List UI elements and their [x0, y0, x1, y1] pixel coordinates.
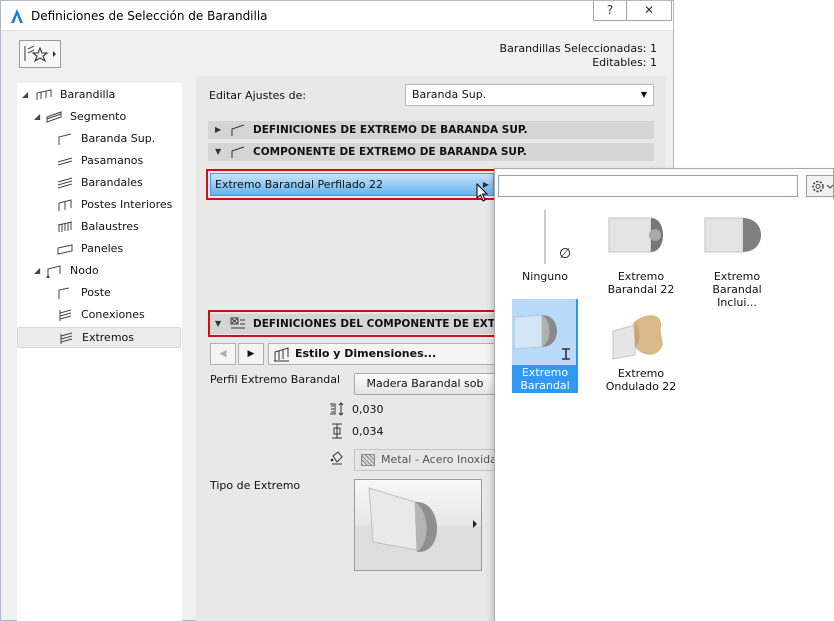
gear-icon [812, 180, 833, 193]
editable-count: Editables: 1 [592, 56, 657, 69]
railing-icon [36, 89, 52, 100]
connections-icon [59, 309, 72, 321]
width-value[interactable]: 0,030 [352, 403, 384, 416]
rail-end-included-thumbnail [701, 206, 773, 266]
profile-button[interactable]: Madera Barandal sob [354, 373, 496, 395]
rail-end-profiled-thumbnail [512, 301, 576, 361]
end-type-preview[interactable] [354, 479, 482, 571]
ends-icon [60, 332, 73, 344]
profile-label: Perfil Extremo Barandal [210, 373, 341, 386]
tree-item-barandilla[interactable]: ◢ Barandilla [22, 85, 180, 105]
width-dimension-icon [330, 402, 344, 416]
tree-item-barandales[interactable]: Barandales [57, 173, 177, 193]
picker-tile-ninguno[interactable]: ∅ Ninguno [503, 202, 587, 298]
window-title: Definiciones de Selección de Barandilla [31, 9, 268, 23]
tree-item-paneles[interactable]: Paneles [57, 239, 177, 259]
close-button[interactable]: ✕ [626, 1, 672, 21]
tile-caption: Extremo Ondulado 22 [605, 367, 677, 393]
tree-item-segmento[interactable]: ◢ Segmento [34, 107, 180, 127]
tree-item-baranda-sup[interactable]: Baranda Sup. [57, 129, 177, 149]
title-bar: Definiciones de Selección de Barandilla … [1, 1, 673, 31]
picker-tile-extremo-ondulado-22[interactable]: Extremo Ondulado 22 [599, 299, 683, 395]
archicad-app-icon [11, 9, 23, 23]
mouse-cursor-icon [476, 183, 489, 202]
tree-item-poste[interactable]: Poste [57, 283, 177, 303]
edit-settings-dropdown[interactable]: Baranda Sup. ▼ [405, 84, 654, 106]
edit-settings-label: Editar Ajustes de: [209, 89, 307, 102]
page-selector-label: Estilo y Dimensiones... [295, 347, 437, 360]
node-icon [46, 265, 61, 278]
section-end-settings-title: DEFINICIONES DE EXTREMO DE BARANDA SUP. [253, 124, 528, 136]
section-end-component[interactable]: ▼ COMPONENTE DE EXTREMO DE BARANDA SUP. [208, 143, 654, 161]
tree-item-postes-interiores[interactable]: Postes Interiores [57, 195, 177, 215]
previous-page-button[interactable]: ◀ [210, 343, 236, 365]
selected-count: Barandillas Seleccionadas: 1 [499, 42, 657, 55]
next-page-button[interactable]: ▶ [238, 343, 264, 365]
handrail-icon [57, 157, 73, 166]
rail-end-icon [231, 124, 245, 136]
picker-tile-extremo-barandal-22[interactable]: Extremo Barandal 22 [599, 202, 683, 298]
end-type-label: Tipo de Extremo [210, 479, 301, 492]
tile-caption: Extremo Barandal 22 [607, 270, 675, 296]
inner-posts-icon [58, 199, 72, 211]
rails-icon [57, 177, 73, 189]
help-button[interactable]: ? [593, 1, 627, 21]
tile-caption: Extremo Barandal Perfil... [520, 366, 570, 405]
favorites-star-icon [24, 45, 56, 63]
settings-tree: ◢ Barandilla ◢ Segmento Baranda Sup. Pas… [17, 83, 182, 621]
section-end-settings[interactable]: ▶ DEFINICIONES DE EXTREMO DE BARANDA SUP… [208, 121, 654, 139]
picker-settings-button[interactable] [806, 175, 834, 197]
tile-caption: Ninguno [522, 270, 568, 283]
empty-set-icon: ∅ [559, 246, 572, 262]
rail-end-22-thumbnail [605, 206, 677, 266]
balusters-icon [57, 221, 73, 232]
picker-tile-extremo-barandal-perfilado[interactable]: Extremo Barandal Perfil... [512, 299, 578, 405]
collapse-arrow-icon: ▶ [215, 125, 222, 134]
edit-settings-value: Baranda Sup. [412, 88, 487, 101]
panels-icon [57, 244, 73, 255]
highlight-box-settings [208, 310, 501, 337]
height-dimension-icon [332, 423, 342, 439]
section-end-component-title: COMPONENTE DE EXTREMO DE BARANDA SUP. [253, 146, 527, 158]
picker-search-input[interactable] [498, 175, 798, 197]
tree-item-nodo[interactable]: ◢ Nodo [34, 261, 180, 281]
end-type-thumbnail [355, 487, 481, 570]
segment-icon [46, 111, 62, 123]
height-value[interactable]: 0,034 [352, 425, 384, 438]
chevron-down-icon: ▼ [640, 90, 647, 99]
style-dimensions-icon [274, 347, 289, 362]
tile-caption: Extremo Barandal Inclui... [712, 270, 762, 309]
material-label: Metal - Acero Inoxidab [381, 453, 496, 466]
tree-item-conexiones[interactable]: Conexiones [57, 305, 177, 325]
material-swatch [361, 454, 375, 466]
top-rail-icon [58, 133, 72, 145]
paint-bucket-icon [330, 451, 343, 465]
favorites-button[interactable] [19, 40, 61, 68]
expand-arrow-icon[interactable]: ◢ [22, 85, 28, 105]
highlight-box-component [206, 169, 498, 200]
tree-item-balaustres[interactable]: Balaustres [57, 217, 177, 237]
picker-tile-extremo-barandal-incluido[interactable]: Extremo Barandal Inclui... [695, 202, 779, 309]
expand-arrow-icon: ▼ [215, 147, 222, 156]
wavy-end-22-thumbnail [605, 303, 677, 363]
page-selector[interactable]: Estilo y Dimensiones... [268, 343, 508, 365]
selection-info: Barandillas Seleccionadas: 1 Editables: … [500, 42, 657, 70]
material-selector[interactable]: Metal - Acero Inoxidab [354, 449, 496, 471]
expand-arrow-icon[interactable]: ◢ [34, 261, 40, 281]
expand-arrow-icon[interactable]: ◢ [34, 107, 40, 127]
rail-end-icon [231, 146, 245, 158]
tree-item-pasamanos[interactable]: Pasamanos [57, 151, 177, 171]
post-icon [58, 287, 70, 299]
tree-item-extremos[interactable]: Extremos [17, 327, 181, 348]
